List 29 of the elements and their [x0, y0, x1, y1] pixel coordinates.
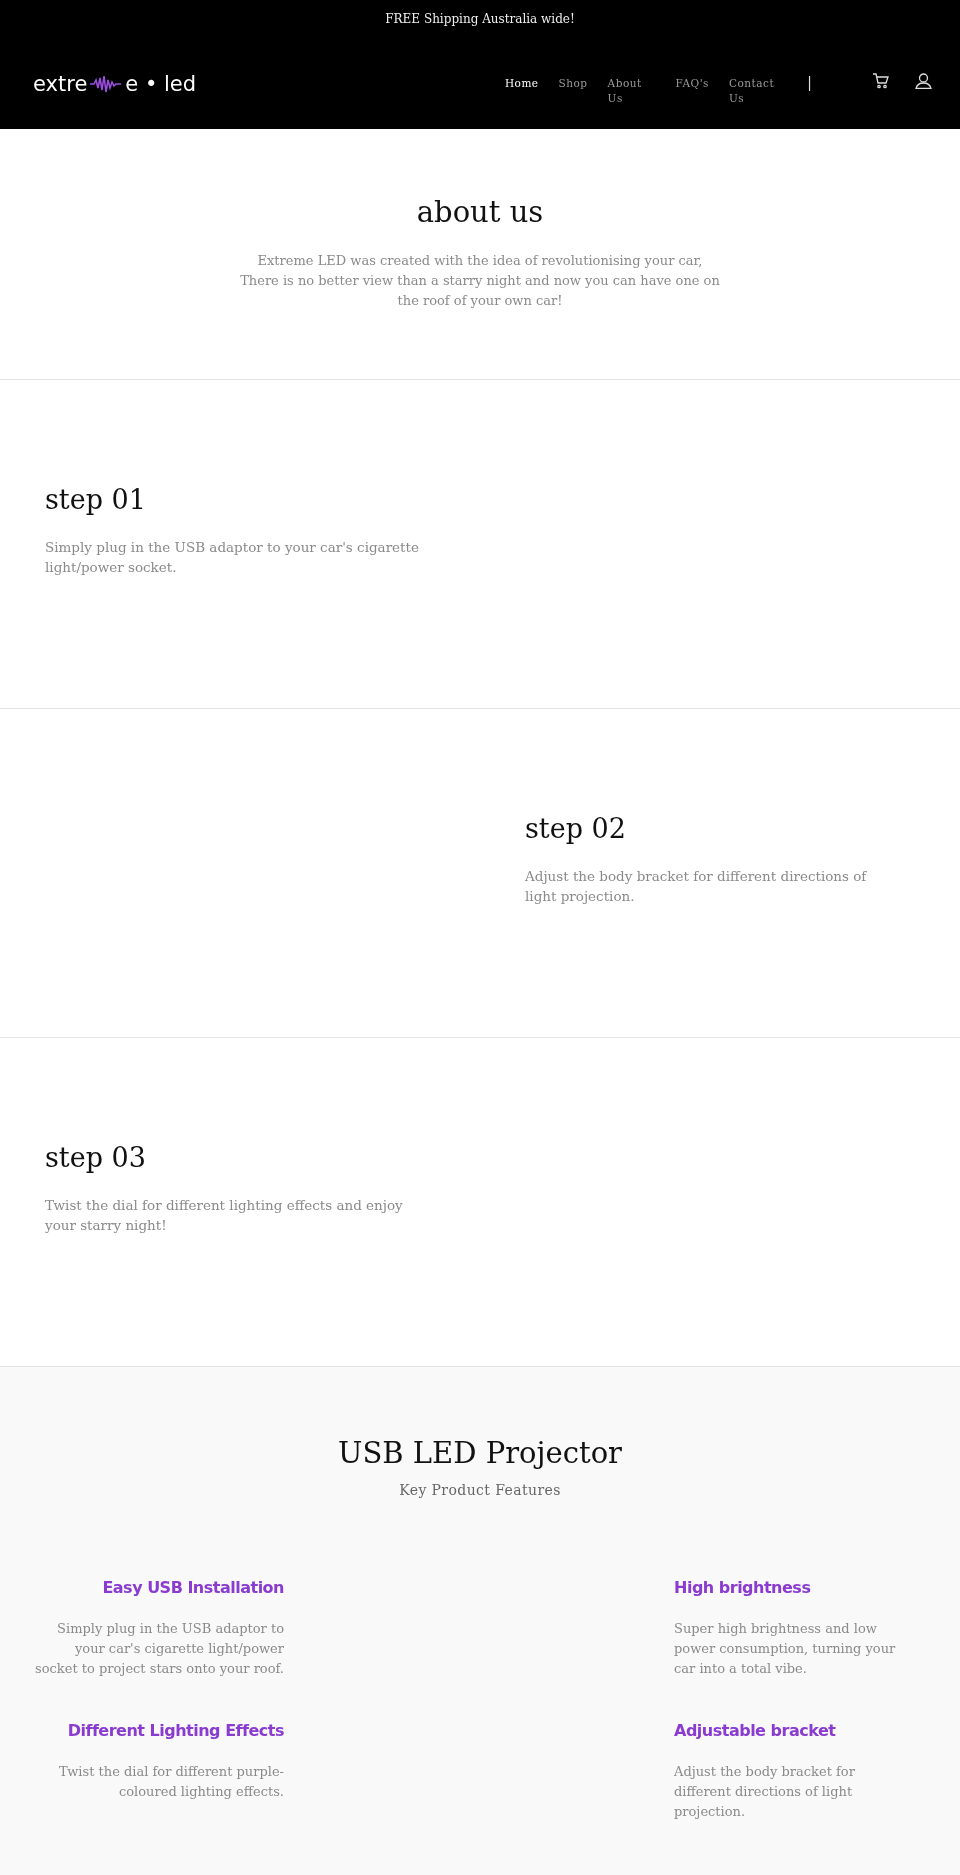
step-text: Simply plug in the USB adaptor to your car's cigarette light/power socket. [45, 537, 420, 577]
step-text: Adjust the body bracket for different directions of light projection. [525, 866, 868, 906]
feature-text: Simply plug in the USB adaptor to your car's cigarette light/power socket to project stars onto your roof. [34, 1620, 284, 1678]
feature-title: Adjustable bracket [674, 1721, 837, 1740]
feature-title: Different Lighting Effects [66, 1721, 284, 1740]
user-icon[interactable] [915, 73, 932, 89]
site-logo[interactable]: extre e • led [33, 72, 197, 96]
product-title: USB LED Projector [338, 1436, 622, 1470]
about-text: Extreme LED was created with the idea of revolutionising your car, There is no better view than a starry night and now you can have one on the roof of your own car! [240, 252, 720, 310]
step-title: step 02 [525, 812, 627, 844]
product-subtitle: Key Product Features [399, 1482, 561, 1498]
feature-text: Super high brightness and low power consumption, turning your car into a total vibe. [674, 1620, 897, 1678]
feature-title: Easy USB Installation [101, 1578, 284, 1597]
feature-text: Twist the dial for different purple-coloured lighting effects. [58, 1763, 284, 1801]
section-title: about us [416, 195, 544, 229]
nav-link[interactable]: Shop [558, 76, 588, 91]
announcement-text: FREE Shipping Australia wide! [385, 12, 575, 28]
cart-icon[interactable] [872, 73, 889, 89]
feature-text: Adjust the body bracket for different directions of light projection. [674, 1763, 856, 1821]
sound-wave-icon [89, 73, 124, 95]
nav-link[interactable]: Contact Us [728, 76, 777, 106]
nav-divider: | [806, 73, 812, 91]
step-title: step 01 [45, 483, 147, 515]
nav-link[interactable]: About Us [607, 76, 656, 106]
feature-title: High brightness [674, 1578, 812, 1597]
step-title: step 03 [45, 1141, 147, 1173]
nav-link[interactable]: Home [504, 76, 539, 91]
step-text: Twist the dial for different lighting effects and enjoy your starry night! [45, 1195, 404, 1235]
nav-link[interactable]: FAQ's [675, 76, 709, 91]
